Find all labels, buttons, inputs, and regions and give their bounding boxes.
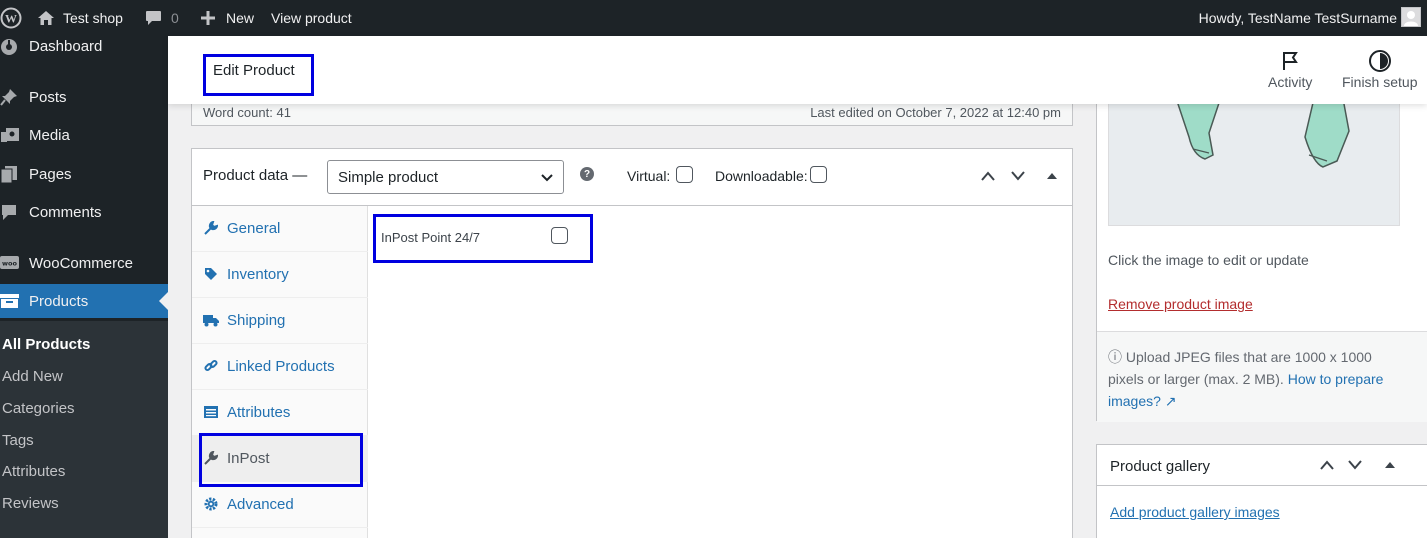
page-title: Edit Product [213,62,295,79]
downloadable-label: Downloadable: [715,168,808,184]
help-icon[interactable]: ? [580,167,594,181]
admin-sidebar: Dashboard Posts Media Pages Comments woo… [0,36,168,538]
tag-icon [203,266,219,282]
avatar[interactable] [1401,7,1421,27]
product-type-value: Simple product [338,168,439,186]
tab-general[interactable]: General [192,206,368,252]
sidebar-item-media[interactable]: Media [0,118,168,152]
tab-shipping[interactable]: Shipping [192,298,368,344]
sidebar-item-products[interactable]: Products [0,284,168,318]
products-submenu: All Products Add New Categories Tags Att… [0,321,168,538]
toggle-panel-icon[interactable] [1041,165,1063,187]
svg-text:W: W [5,12,17,26]
link-icon [203,358,219,374]
half-circle-icon [1342,48,1417,74]
gear-icon [203,496,219,512]
virtual-label: Virtual: [627,168,671,184]
submenu-reviews[interactable]: Reviews [2,495,59,512]
inpost-point-label: InPost Point 24/7 [381,230,481,245]
product-gallery-title: Product gallery [1110,458,1211,475]
product-data-panel: Product data — Simple product ? Virtual:… [191,148,1073,538]
tab-inpost[interactable]: InPost [192,436,368,482]
wrench-icon [203,220,219,236]
last-edited: Last edited on October 7, 2022 at 12:40 … [810,105,1061,120]
sidebar-item-posts[interactable]: Posts [0,80,168,114]
chevron-up-icon[interactable] [1316,454,1338,476]
sidebar-item-woocommerce[interactable]: woo WooCommerce [0,246,168,280]
page-header: Edit Product Activity Finish setup [168,36,1427,104]
word-count: Word count: 41 [203,105,291,120]
dashboard-icon [0,36,20,56]
wrench-icon [203,450,219,466]
external-link-icon: ↗ [1160,393,1177,409]
tab-inventory[interactable]: Inventory [192,252,368,298]
site-name: Test shop [63,10,123,26]
pages-icon [0,164,20,184]
comment-icon [0,202,20,222]
product-data-header: Product data — Simple product ? Virtual:… [192,149,1072,206]
product-type-select[interactable]: Simple product [327,160,564,194]
submenu-tags[interactable]: Tags [2,432,34,449]
truck-icon [203,312,219,328]
sidebar-item-comments[interactable]: Comments [0,195,168,229]
virtual-checkbox[interactable] [676,166,693,183]
comment-bubble-icon [145,10,162,26]
image-edit-hint: Click the image to edit or update [1108,252,1309,268]
view-product-link[interactable]: View product [271,0,352,36]
product-gallery-header: Product gallery [1097,445,1427,486]
new-label: New [226,10,255,26]
plus-icon [200,10,216,26]
downloadable-checkbox[interactable] [810,166,827,183]
admin-bar: W Test shop 0 New View product Howdy, Te… [0,0,1427,36]
howdy-user-menu[interactable]: Howdy, TestName TestSurname [1199,0,1397,36]
comments-count: 0 [171,10,179,26]
product-data-tabs: General Inventory Shipping Linked Produc… [192,206,368,538]
remove-product-image-link[interactable]: Remove product image [1108,296,1253,312]
toggle-panel-icon[interactable] [1379,454,1401,476]
flag-icon [1268,48,1312,74]
product-data-title: Product data — [203,167,308,184]
svg-text:woo: woo [2,260,17,268]
sidebar-item-pages[interactable]: Pages [0,157,168,191]
inpost-tab-content: InPost Point 24/7 [369,206,1072,538]
activity-button[interactable]: Activity [1268,48,1312,90]
media-icon [0,125,20,145]
submenu-categories[interactable]: Categories [2,400,75,417]
tab-attributes[interactable]: Attributes [192,390,368,436]
info-icon: ⓘ [1108,349,1122,365]
archive-icon [0,291,20,311]
submenu-all-products[interactable]: All Products [2,336,90,353]
submenu-add-new[interactable]: Add New [2,368,63,385]
submenu-attributes[interactable]: Attributes [2,463,65,480]
chevron-down-icon[interactable] [1344,454,1366,476]
tab-advanced[interactable]: Advanced [192,482,368,528]
woo-icon: woo [0,253,20,273]
chevron-up-icon[interactable] [977,165,999,187]
chevron-down-icon[interactable] [1007,165,1029,187]
finish-setup-button[interactable]: Finish setup [1342,48,1417,90]
tab-linked-products[interactable]: Linked Products [192,344,368,390]
new-content-link[interactable]: New [200,0,254,36]
add-gallery-images-link[interactable]: Add product gallery images [1110,504,1280,520]
chevron-down-icon [540,170,554,188]
inpost-point-checkbox[interactable] [551,227,568,244]
sidebar-item-dashboard[interactable]: Dashboard [0,29,168,63]
finish-setup-label: Finish setup [1342,74,1418,90]
list-icon [203,404,219,420]
upload-note-box: ⓘ Upload JPEG files that are 1000 x 1000… [1097,331,1427,422]
product-gallery-box: Product gallery Add product gallery imag… [1096,444,1427,538]
activity-label: Activity [1268,74,1313,90]
pin-icon [0,87,20,107]
home-icon [37,10,55,26]
